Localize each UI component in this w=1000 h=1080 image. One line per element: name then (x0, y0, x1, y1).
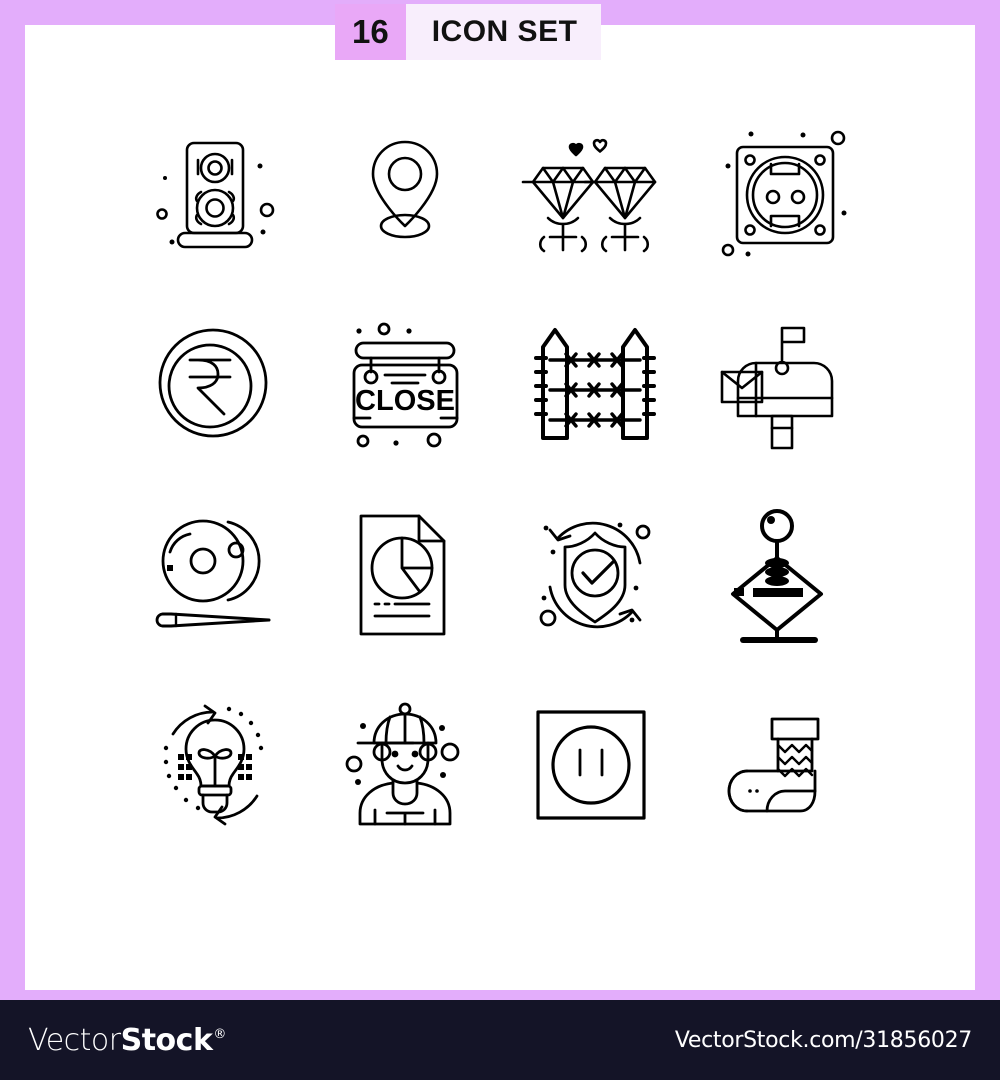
close-sign-text: CLOSE (355, 385, 455, 417)
icon-cell-shield-check[interactable] (500, 480, 690, 670)
header: 16 ICON SET (335, 4, 602, 60)
eco-bulb-icon (163, 704, 264, 826)
cymbals-icon (155, 519, 271, 628)
brand-prefix: Vector (28, 1022, 121, 1058)
icon-cell-diamond-rings[interactable] (500, 100, 690, 290)
pie-chart-document-icon (359, 514, 446, 636)
close-sign-icon: CLOSE (352, 322, 459, 448)
footer-url: VectorStock.com/31856027 (674, 1027, 972, 1053)
icon-cell-mailbox[interactable] (690, 290, 880, 480)
christmas-stocking-icon (727, 717, 820, 813)
vectorstock-logo: Vector Stock ® (28, 1023, 226, 1058)
icon-grid: CLOSE (25, 100, 975, 860)
boy-with-cap-icon (345, 702, 460, 826)
icon-cell-power-socket[interactable] (690, 100, 880, 290)
power-socket-icon (721, 130, 847, 257)
icon-cell-close-sign[interactable]: CLOSE (310, 290, 500, 480)
square-outlet-icon (536, 710, 646, 820)
speaker-icon (156, 141, 275, 249)
icon-cell-boy-with-cap[interactable] (310, 670, 500, 860)
diamond-rings-icon (521, 138, 657, 253)
icon-cell-square-outlet[interactable] (500, 670, 690, 860)
icon-cell-pie-chart-document[interactable] (310, 480, 500, 670)
location-pin-icon (371, 140, 439, 239)
icon-cell-joystick[interactable] (690, 480, 880, 670)
rupee-coin-icon (158, 328, 268, 438)
icon-cell-eco-bulb[interactable] (120, 670, 310, 860)
icon-cell-christmas-stocking[interactable] (690, 670, 880, 860)
joystick-icon (731, 509, 823, 643)
icon-cell-speaker[interactable] (120, 100, 310, 290)
page-title: ICON SET (405, 4, 602, 60)
footer: Vector Stock ® VectorStock.com/31856027 (0, 1000, 1000, 1080)
poster-frame: 16 ICON SET CLOSE Vector Stock ® VectorS… (0, 0, 1000, 1080)
icon-cell-cymbals[interactable] (120, 480, 310, 670)
brand-suffix: Stock (120, 1022, 213, 1058)
icon-cell-barbed-wire-fence[interactable] (500, 290, 690, 480)
icon-count-badge: 16 (335, 4, 406, 60)
registered-mark-icon: ® (213, 1026, 226, 1042)
barbed-wire-fence-icon (534, 328, 656, 440)
icon-cell-location-pin[interactable] (310, 100, 500, 290)
shield-check-icon (539, 521, 651, 629)
mailbox-icon (720, 326, 834, 450)
icon-cell-rupee-coin[interactable] (120, 290, 310, 480)
